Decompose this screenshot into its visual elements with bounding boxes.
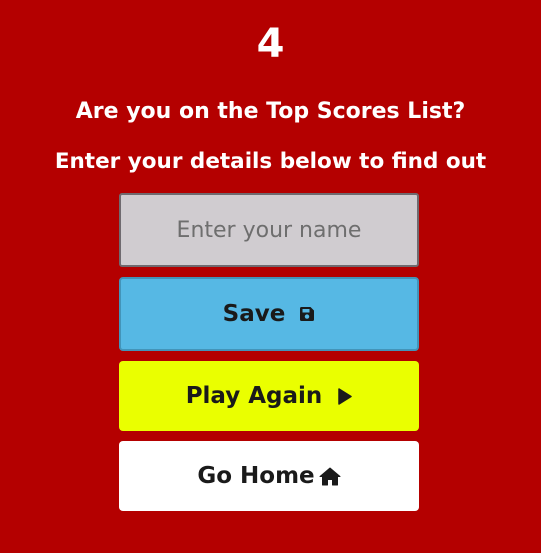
play-again-button[interactable]: Play Again	[119, 361, 419, 431]
details-instruction: Enter your details below to find out	[54, 149, 487, 174]
floppy-disk-icon	[299, 306, 315, 322]
home-icon	[319, 467, 341, 486]
play-icon	[338, 387, 353, 405]
top-scores-question: Are you on the Top Scores List?	[75, 99, 466, 124]
save-button-label: Save	[222, 301, 286, 327]
name-input[interactable]	[119, 193, 419, 267]
go-home-button-label: Go Home	[197, 463, 315, 489]
save-button[interactable]: Save	[119, 277, 419, 351]
play-again-button-label: Play Again	[185, 383, 323, 409]
go-home-button[interactable]: Go Home	[119, 441, 419, 511]
final-score: 4	[256, 21, 285, 67]
